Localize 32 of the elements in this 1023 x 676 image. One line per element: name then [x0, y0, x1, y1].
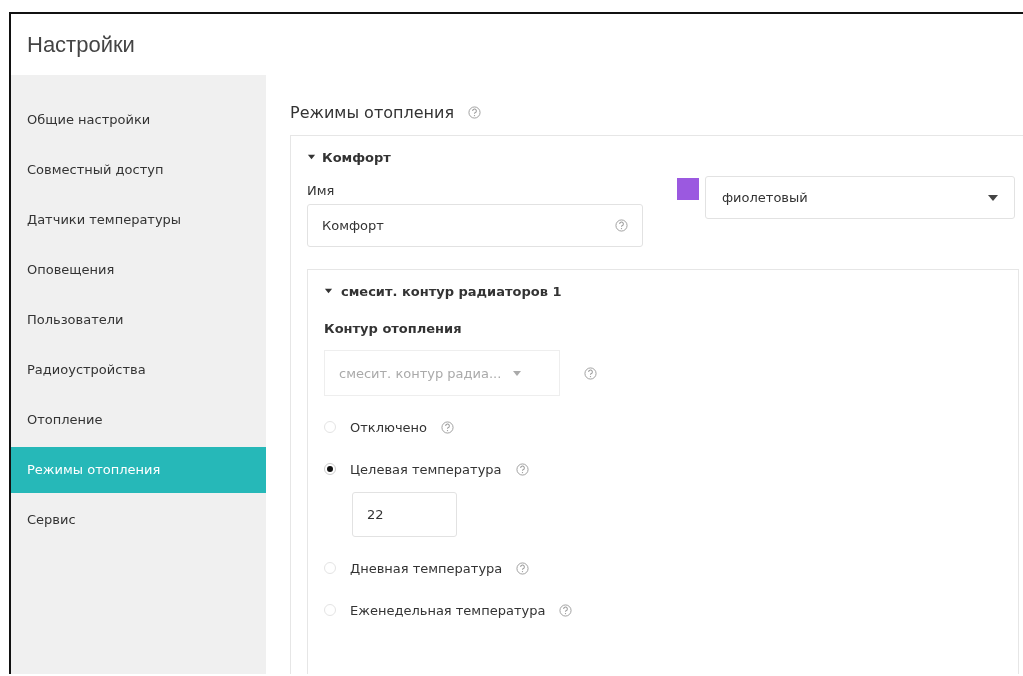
page-heading: Режимы отопления — [290, 102, 454, 122]
sidebar-item[interactable]: Датчики температуры — [11, 195, 266, 245]
option-label: Отключено — [350, 419, 428, 435]
help-icon[interactable] — [516, 561, 530, 575]
sidebar-item[interactable]: Отопление — [11, 395, 266, 445]
color-select[interactable]: фиолетовый — [705, 176, 1015, 219]
sidebar-item[interactable]: Совместный доступ — [11, 145, 266, 195]
name-field[interactable]: Комфорт — [307, 204, 643, 247]
option-label: Дневная температура — [350, 560, 503, 576]
help-icon[interactable] — [615, 219, 628, 232]
sidebar-item[interactable]: Пользователи — [11, 295, 266, 345]
sidebar-item[interactable]: Радиоустройства — [11, 345, 266, 395]
window-title: Настройки — [26, 31, 136, 59]
field-label: Контур отопления — [324, 321, 463, 336]
help-icon[interactable] — [515, 462, 529, 476]
mode-header[interactable]: Комфорт — [307, 150, 1023, 165]
help-icon[interactable] — [468, 105, 481, 119]
temperature-field[interactable]: 22 — [352, 492, 457, 537]
help-icon[interactable] — [441, 420, 455, 434]
option-label: Еженедельная температура — [350, 602, 546, 618]
sidebar-item[interactable]: Оповещения — [11, 245, 266, 295]
help-icon[interactable] — [559, 603, 573, 617]
help-icon[interactable] — [584, 366, 597, 380]
dropdown-arrow-icon — [513, 370, 522, 376]
sidebar-item[interactable]: Сервис — [11, 495, 266, 545]
caret-icon[interactable] — [324, 287, 333, 296]
circuit-header[interactable]: смесит. контур радиаторов 1 — [324, 284, 1018, 299]
dropdown-arrow-icon — [988, 194, 998, 201]
field-label: Имя — [307, 183, 336, 198]
sidebar-item[interactable]: Общие настройки — [11, 95, 266, 145]
option-label: Целевая температура — [350, 461, 502, 477]
caret-icon[interactable] — [307, 153, 316, 162]
